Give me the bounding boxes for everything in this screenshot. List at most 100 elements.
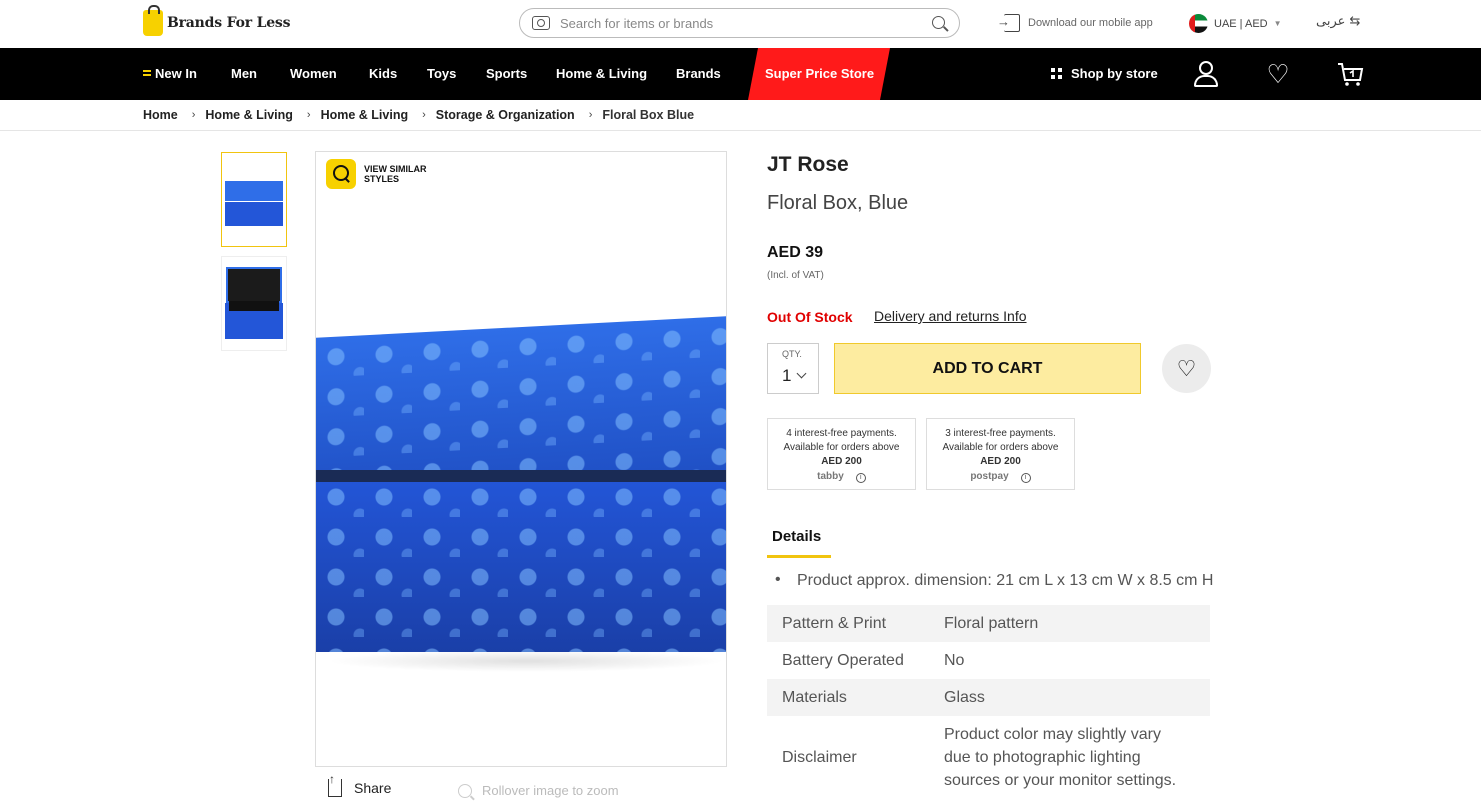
- product-price: AED 39: [767, 244, 824, 261]
- menu-icon: [143, 70, 151, 76]
- logo-text: Brands For Less: [167, 15, 291, 31]
- nav-item-sports[interactable]: Sports: [486, 66, 527, 81]
- payment-line: 3 interest-free payments.: [945, 428, 1056, 439]
- table-row: Materials Glass: [767, 679, 1210, 716]
- product-name: Floral Box, Blue: [767, 192, 909, 214]
- heart-icon: ♡: [1176, 355, 1197, 381]
- visual-search-icon: [326, 159, 356, 189]
- zoom-hint: Rollover image to zoom: [458, 783, 619, 798]
- site-logo[interactable]: Brands For Less: [143, 5, 291, 36]
- download-app-icon: [997, 14, 1020, 32]
- top-bar: Brands For Less Download our mobile app …: [0, 0, 1481, 48]
- breadcrumb-item[interactable]: Home & Living: [205, 108, 293, 122]
- main-nav: New In Men Women Kids Toys Sports Home &…: [0, 48, 1481, 100]
- search-bar: [519, 8, 960, 38]
- thumbnail-1[interactable]: [221, 152, 287, 247]
- uae-flag-icon: [1189, 14, 1208, 33]
- postpay-payment-card: 3 interest-free payments. Available for …: [926, 418, 1075, 490]
- caret-down-icon: ▼: [1273, 19, 1282, 28]
- view-similar-styles-button[interactable]: VIEW SIMILAR STYLES: [326, 159, 444, 189]
- attr-key: Pattern & Print: [782, 614, 887, 632]
- download-app-link[interactable]: Download our mobile app: [997, 14, 1153, 32]
- bag-logo-icon: [143, 5, 163, 36]
- camera-search-icon[interactable]: [532, 16, 550, 30]
- attr-value: Glass: [944, 688, 985, 706]
- dimension-text: Product approx. dimension: 21 cm L x 13 …: [797, 572, 1214, 589]
- nav-item-toys[interactable]: Toys: [427, 66, 456, 81]
- breadcrumb: Home › Home & Living › Home & Living › S…: [143, 108, 694, 122]
- nav-item-brands[interactable]: Brands: [676, 66, 721, 81]
- dimension-bullet: Product approx. dimension: 21 cm L x 13 …: [775, 571, 1214, 590]
- breadcrumb-current: Floral Box Blue: [602, 108, 695, 122]
- nav-item-home-living[interactable]: Home & Living: [556, 66, 647, 81]
- attr-value: No: [944, 651, 965, 669]
- share-label: Share: [354, 780, 392, 796]
- language-switch[interactable]: عربى ⇆: [1316, 14, 1360, 29]
- account-icon[interactable]: [1192, 60, 1220, 88]
- super-price-store-tab[interactable]: Super Price Store: [748, 48, 890, 100]
- qty-label: QTY.: [782, 349, 802, 359]
- country-selector[interactable]: UAE | AED ▼: [1189, 14, 1282, 33]
- chevron-right-icon: ›: [191, 109, 196, 121]
- attr-key: Materials: [782, 688, 847, 706]
- tabby-logo: tabby: [817, 471, 844, 482]
- vat-note: (Incl. of VAT): [767, 270, 824, 281]
- payment-amount: AED 200: [821, 456, 862, 467]
- zoom-icon: [458, 783, 472, 798]
- postpay-logo: postpay: [970, 471, 1009, 482]
- delivery-returns-link[interactable]: Delivery and returns Info: [874, 308, 1027, 324]
- chevron-right-icon: ›: [588, 109, 593, 121]
- thumbnail-2[interactable]: [221, 256, 287, 351]
- add-to-wishlist-button[interactable]: ♡: [1162, 344, 1211, 393]
- grid-icon: [1051, 68, 1062, 79]
- attributes-table: Pattern & Print Floral pattern Battery O…: [767, 605, 1210, 798]
- product-main-image[interactable]: VIEW SIMILAR STYLES: [315, 151, 727, 767]
- nav-item-women[interactable]: Women: [290, 66, 337, 81]
- nav-item-kids[interactable]: Kids: [369, 66, 397, 81]
- payment-line: Available for orders above: [942, 442, 1059, 453]
- info-icon[interactable]: i: [1020, 473, 1031, 483]
- divider: [0, 130, 1481, 131]
- stock-status: Out Of Stock: [767, 309, 853, 325]
- table-row: Disclaimer Product color may slightly va…: [767, 716, 1210, 798]
- shop-by-store-link[interactable]: Shop by store: [1051, 66, 1158, 81]
- wishlist-heart-icon[interactable]: ♡: [1264, 60, 1292, 88]
- table-row: Battery Operated No: [767, 642, 1210, 679]
- nav-item-new-in[interactable]: New In: [143, 66, 197, 81]
- share-button[interactable]: Share: [328, 772, 392, 797]
- chevron-right-icon: ›: [422, 109, 426, 121]
- tab-details[interactable]: Details: [767, 528, 831, 558]
- attr-key: Disclaimer: [782, 748, 857, 766]
- tabby-payment-card: 4 interest-free payments. Available for …: [767, 418, 916, 490]
- add-to-cart-button[interactable]: ADD TO CART: [834, 343, 1141, 394]
- attr-value: Floral pattern: [944, 614, 1039, 632]
- share-icon: [328, 772, 342, 797]
- payment-line: 4 interest-free payments.: [786, 428, 897, 439]
- search-input[interactable]: [560, 15, 920, 31]
- table-row: Pattern & Print Floral pattern: [767, 605, 1210, 642]
- nav-item-men[interactable]: Men: [231, 66, 257, 81]
- super-price-store-label: Super Price Store: [765, 66, 875, 81]
- nav-label: New In: [155, 66, 197, 81]
- breadcrumb-item[interactable]: Storage & Organization: [436, 108, 575, 122]
- quantity-selector[interactable]: QTY. 1: [767, 343, 819, 394]
- breadcrumb-item[interactable]: Home & Living: [321, 108, 409, 122]
- info-icon[interactable]: i: [855, 473, 866, 483]
- country-label: UAE | AED: [1214, 17, 1268, 30]
- cart-icon[interactable]: [1336, 60, 1364, 88]
- payment-amount: AED 200: [980, 456, 1021, 467]
- payment-line: Available for orders above: [783, 442, 900, 453]
- chevron-right-icon: ›: [306, 109, 311, 121]
- attr-value: Product color may slightly vary due to p…: [944, 725, 1177, 789]
- attr-key: Battery Operated: [782, 651, 904, 669]
- download-app-label: Download our mobile app: [1028, 17, 1153, 29]
- zoom-hint-label: Rollover image to zoom: [482, 783, 619, 798]
- product-brand[interactable]: JT Rose: [767, 153, 849, 177]
- breadcrumb-item[interactable]: Home: [143, 108, 178, 122]
- product-photo-body: [316, 477, 726, 652]
- shop-by-store-label: Shop by store: [1071, 66, 1158, 81]
- qty-value: 1: [782, 366, 792, 385]
- chevron-down-icon: [796, 368, 807, 379]
- search-icon[interactable]: [932, 16, 945, 29]
- view-similar-label: VIEW SIMILAR STYLES: [364, 164, 427, 184]
